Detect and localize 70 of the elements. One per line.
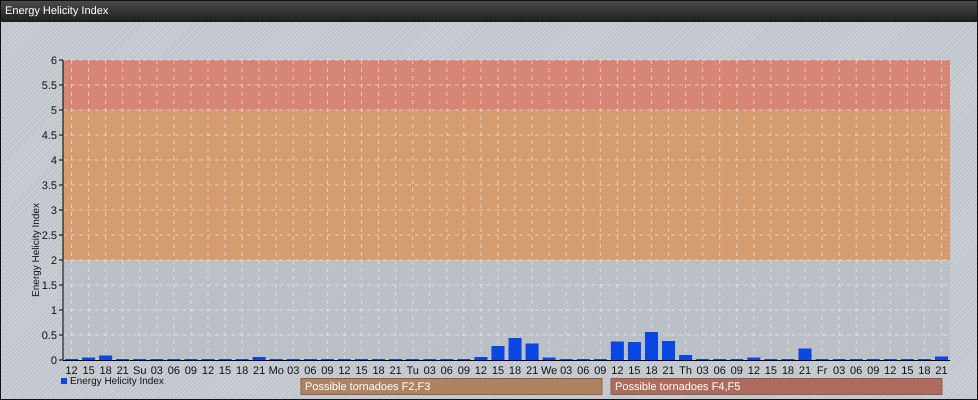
x-tick-label: 15 bbox=[492, 365, 504, 377]
x-tick-label: 03 bbox=[424, 365, 436, 377]
x-tick-label: 15 bbox=[82, 365, 95, 377]
x-tick-label: 06 bbox=[304, 365, 316, 377]
y-tick-label: 2 bbox=[50, 255, 57, 267]
y-tick-label: 0.5 bbox=[42, 330, 57, 342]
x-tick-label: 18 bbox=[782, 365, 794, 377]
x-tick-label: 15 bbox=[355, 365, 368, 377]
x-tick-label: 06 bbox=[577, 365, 590, 377]
x-tick-label: 09 bbox=[594, 365, 606, 377]
x-tick-label: Tu bbox=[406, 365, 419, 377]
x-tick-label: 12 bbox=[338, 365, 351, 377]
y-tick-label: 5.5 bbox=[42, 80, 57, 92]
y-tick-label: 6 bbox=[50, 55, 57, 67]
y-tick-label: 5 bbox=[50, 105, 57, 117]
x-tick-label: 03 bbox=[833, 365, 846, 377]
x-tick-label: 12 bbox=[474, 365, 488, 377]
x-tick-label: Fr bbox=[816, 365, 828, 377]
x-tick-label: 15 bbox=[901, 365, 914, 377]
x-tick-label: 03 bbox=[560, 365, 572, 377]
x-tick-label: 09 bbox=[184, 365, 198, 377]
x-tick-label: 09 bbox=[867, 365, 880, 377]
y-axis-title: Energy Helicity Index bbox=[31, 203, 42, 297]
x-tick-label: 21 bbox=[116, 365, 129, 377]
x-tick-label: 06 bbox=[714, 365, 726, 377]
y-tick-label: 0 bbox=[50, 355, 57, 367]
x-tick-label: 18 bbox=[508, 365, 522, 377]
x-tick-label: 18 bbox=[372, 365, 385, 377]
x-tick-label: 15 bbox=[218, 365, 232, 377]
y-tick-label: 3 bbox=[50, 205, 57, 217]
zone-label: Possible tornadoes F4,F5 bbox=[615, 381, 740, 393]
x-tick-label: 09 bbox=[730, 365, 743, 377]
x-tick-label: 18 bbox=[100, 365, 112, 377]
x-tick-label: 03 bbox=[150, 365, 163, 377]
x-tick-label: Th bbox=[679, 365, 692, 377]
y-tick-label: 3.5 bbox=[42, 180, 57, 192]
x-tick-label: Mo bbox=[268, 365, 284, 377]
zone-label: Possible tornadoes F2,F3 bbox=[305, 381, 430, 393]
x-tick-label: 15 bbox=[628, 365, 641, 377]
x-tick-label: 18 bbox=[236, 365, 248, 377]
y-tick-label: 4 bbox=[50, 155, 57, 167]
x-tick-label: 15 bbox=[764, 365, 778, 377]
x-tick-label: 21 bbox=[662, 365, 675, 377]
x-tick-label: 06 bbox=[440, 365, 453, 377]
x-tick-label: 18 bbox=[645, 365, 658, 377]
x-tick-label: 21 bbox=[390, 365, 402, 377]
x-tick-label: 09 bbox=[458, 365, 470, 377]
x-tick-label: 06 bbox=[168, 365, 180, 377]
window-title: Energy Helicity Index bbox=[5, 4, 108, 20]
x-tick-label: 21 bbox=[253, 365, 266, 377]
x-tick-label: 06 bbox=[850, 365, 862, 377]
legend-label: Energy Helicity Index bbox=[70, 376, 164, 387]
x-tick-label: 12 bbox=[65, 365, 78, 377]
x-tick-label: 12 bbox=[884, 365, 896, 377]
x-tick-label: 18 bbox=[918, 365, 931, 377]
x-tick-label: 09 bbox=[321, 365, 334, 377]
y-tick-label: 2.5 bbox=[42, 230, 57, 242]
x-tick-label: 12 bbox=[748, 365, 760, 377]
y-tick-label: 1 bbox=[50, 305, 57, 317]
x-tick-label: We bbox=[541, 365, 558, 377]
x-tick-label: 03 bbox=[287, 365, 300, 377]
y-tick-label: 4.5 bbox=[42, 130, 57, 142]
x-tick-label: 21 bbox=[526, 365, 538, 377]
x-tick-label: 12 bbox=[202, 365, 214, 377]
x-tick-label: 03 bbox=[696, 365, 709, 377]
x-tick-label: Su bbox=[133, 365, 146, 377]
x-tick-label: 21 bbox=[798, 365, 812, 377]
x-tick-label: 12 bbox=[611, 365, 624, 377]
x-tick-label: 21 bbox=[935, 365, 948, 377]
y-tick-label: 1.5 bbox=[42, 280, 57, 292]
